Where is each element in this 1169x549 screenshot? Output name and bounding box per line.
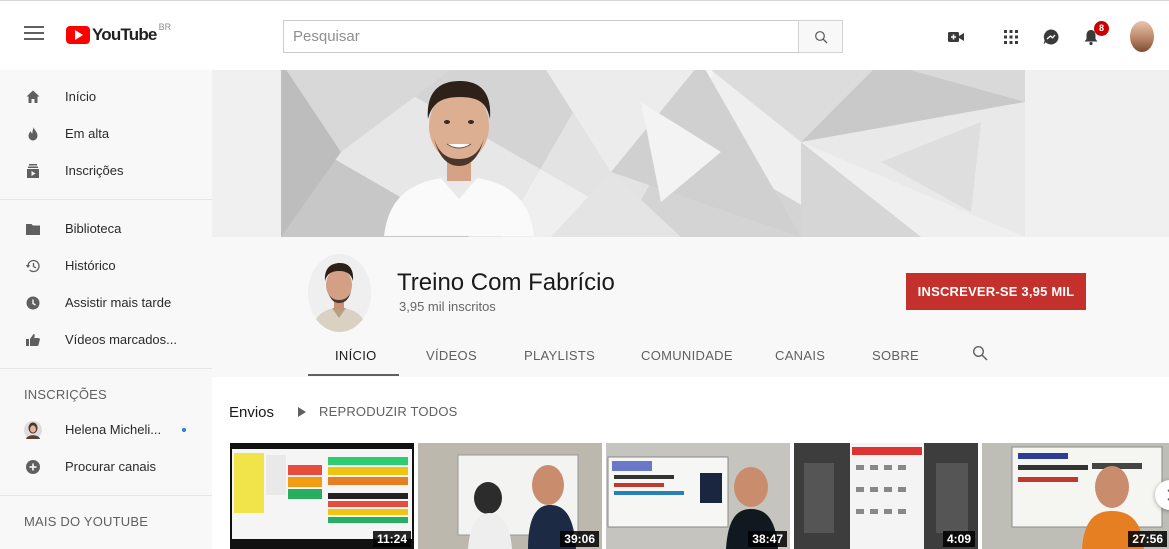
video-duration: 27:56 [1128, 531, 1167, 547]
logo-country: BR [158, 22, 172, 32]
youtube-logo[interactable]: YouTube BR [66, 22, 172, 45]
active-tab-indicator [308, 374, 399, 376]
channel-avatar-photo [308, 254, 371, 332]
sidebar-item-library[interactable]: Biblioteca [0, 210, 212, 247]
uploads-title[interactable]: Envios [229, 404, 274, 421]
banner-person-photo [384, 81, 534, 236]
play-icon [298, 406, 306, 417]
sidebar-item-label: Assistir mais tarde [65, 295, 172, 310]
library-icon [26, 223, 40, 235]
tab-videos[interactable]: VÍDEOS [426, 348, 477, 363]
sidebar-divider [0, 368, 212, 369]
add-channel-icon [26, 459, 40, 474]
youtube-play-icon [66, 26, 90, 44]
sidebar-item-label: Histórico [65, 258, 116, 273]
channel-banner [212, 70, 1169, 237]
video-thumbnail[interactable]: 11:24 [230, 443, 414, 549]
sidebar-item-history[interactable]: Histórico [0, 247, 212, 284]
history-icon [25, 259, 40, 272]
more-section-title: MAIS DO YOUTUBE [24, 514, 149, 529]
video-duration: 38:47 [748, 531, 787, 547]
masthead: YouTube BR 8 [0, 0, 1169, 70]
subscribe-button[interactable]: INSCREVER-SE 3,95 MIL [906, 273, 1086, 310]
tab-playlists[interactable]: PLAYLISTS [524, 348, 595, 363]
channel-avatar [24, 420, 42, 439]
channel-search-icon[interactable] [972, 345, 988, 361]
video-thumbnail[interactable]: 38:47 [606, 443, 790, 549]
liked-videos-icon [26, 333, 40, 346]
trending-icon [28, 126, 38, 140]
create-video-icon[interactable] [947, 28, 965, 46]
notification-badge: 8 [1094, 21, 1109, 36]
video-thumbnail[interactable]: 39:06 [418, 443, 602, 549]
video-duration: 4:09 [942, 531, 975, 547]
tab-home[interactable]: INÍCIO [335, 348, 377, 363]
sidebar-item-subscriptions[interactable]: Inscrições [0, 152, 212, 189]
sidebar-item-label: Em alta [65, 126, 110, 141]
sidebar-item-label: Vídeos marcados... [65, 332, 177, 347]
video-thumbnails: 11:24 39:06 38:47 4:09 27:56 [230, 443, 1169, 549]
search-input[interactable] [283, 20, 798, 53]
tab-channels[interactable]: CANAIS [775, 348, 825, 363]
channel-name: Treino Com Fabrício [397, 269, 615, 296]
sidebar-divider [0, 199, 212, 200]
video-thumbnail[interactable]: 27:56 [982, 443, 1169, 549]
video-thumbnail[interactable]: 4:09 [794, 443, 978, 549]
search-box [283, 20, 843, 53]
play-all-button[interactable]: REPRODUZIR TODOS [298, 404, 458, 419]
tab-community[interactable]: COMUNIDADE [641, 348, 733, 363]
watch-later-icon [26, 296, 40, 309]
subscriber-count: 3,95 mil inscritos [399, 299, 496, 314]
new-content-dot [182, 428, 186, 432]
subscriptions-icon [27, 163, 39, 178]
sidebar-item-label: Procurar canais [65, 459, 157, 474]
sidebar-item-label: Biblioteca [65, 221, 122, 236]
channel-header: Treino Com Fabrício 3,95 mil inscritos I… [212, 237, 1169, 377]
search-button[interactable] [798, 20, 843, 53]
sidebar-item-home[interactable]: Início [0, 78, 212, 115]
sidebar-item-label: Inscrições [65, 163, 124, 178]
sidebar-item-label: Helena Micheli... [65, 422, 162, 437]
play-all-label: REPRODUZIR TODOS [319, 404, 458, 419]
home-icon [26, 90, 40, 103]
sidebar: Início Em alta Inscrições Biblioteca His… [0, 70, 212, 549]
tab-about[interactable]: SOBRE [872, 348, 919, 363]
channel-tabs: INÍCIO VÍDEOS PLAYLISTS COMUNIDADE CANAI… [308, 336, 1008, 376]
chevron-right-icon [1167, 489, 1169, 501]
channel-avatar[interactable] [308, 254, 371, 332]
apps-icon[interactable] [1002, 28, 1020, 46]
logo-text: YouTube [92, 25, 157, 44]
search-icon [814, 30, 827, 43]
messages-icon[interactable] [1042, 28, 1060, 46]
sidebar-item-channel[interactable]: Helena Micheli... [0, 411, 212, 448]
sidebar-item-trending[interactable]: Em alta [0, 115, 212, 152]
sidebar-item-browse-channels[interactable]: Procurar canais [0, 448, 212, 485]
sidebar-item-liked-videos[interactable]: Vídeos marcados... [0, 321, 212, 358]
sidebar-divider [0, 495, 212, 496]
sidebar-item-label: Início [65, 89, 97, 104]
sidebar-item-watch-later[interactable]: Assistir mais tarde [0, 284, 212, 321]
account-avatar[interactable] [1130, 21, 1154, 52]
banner-image [281, 70, 1025, 237]
subscriptions-section-title: INSCRIÇÕES [24, 387, 107, 402]
video-duration: 11:24 [372, 531, 411, 547]
uploads-shelf: Envios REPRODUZIR TODOS 11:24 39:06 38:4… [212, 377, 1169, 549]
menu-icon[interactable] [24, 26, 44, 44]
video-duration: 39:06 [560, 531, 599, 547]
